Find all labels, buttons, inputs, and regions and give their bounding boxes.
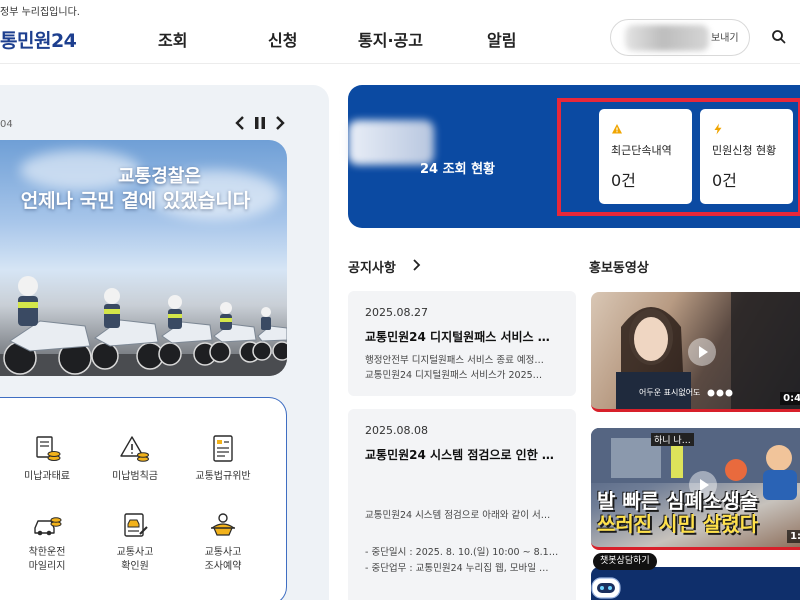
violation-document-icon (213, 435, 233, 462)
video-headline: 발 빠른 심폐소생술 쓰러진 시민 살렸다 (597, 490, 758, 536)
status-title: 24 조회 현황 (420, 162, 495, 177)
notice-date: 2025.08.27 (365, 306, 428, 319)
stat-label: 최근단속내역 (611, 144, 672, 157)
chatbot-robot-icon[interactable] (588, 572, 624, 600)
notice-headline: 교통민원24 시스템 점검으로 인한 … (365, 448, 554, 462)
quick-menu-label: 교통사고 조사예약 (204, 547, 242, 572)
nav-item-application[interactable]: 신청 (268, 27, 297, 51)
accident-reservation-icon (211, 513, 235, 536)
quick-menu-unpaid-penalties[interactable]: 미납범칙금 (92, 434, 178, 484)
notice-body-line: 행정안전부 디지털원패스 서비스 종료 예정… (365, 355, 544, 366)
quick-menu-label: 미납과태료 (24, 471, 70, 482)
quick-menu-unpaid-fines[interactable]: 미납과태료 (4, 434, 90, 484)
notice-item[interactable]: 2025.08.08 교통민원24 시스템 점검으로 인한 … 교통민원24 시… (348, 409, 576, 600)
quick-menu-label: 교통법규위반 (195, 471, 251, 482)
nav-item-notification[interactable]: 통지·공고 (358, 27, 423, 51)
banner-title-line2: 언제나 국민 곁에 있겠습니다 (20, 190, 251, 212)
play-icon[interactable] (687, 337, 717, 367)
main-banner-slide[interactable]: 교통경찰은 언제나 국민 곁에 있겠습니다 (0, 140, 287, 376)
stat-value: 0건 (712, 171, 737, 190)
notice-item[interactable]: 2025.08.27 교통민원24 디지털원패스 서비스 … 행정안전부 디지털… (348, 291, 576, 396)
video-tag: 하니 나… (651, 433, 694, 446)
quick-menu-label: 교통사고 확인원 (116, 547, 154, 572)
notice-date: 2025.08.08 (365, 424, 428, 437)
banner-panel: 04 교통경찰은 언제나 국민 곁에 있겠습니다 미납과태료 미납범칙금 교통법… (0, 85, 329, 600)
warning-coins-icon (120, 436, 149, 462)
user-menu-button[interactable]: 보내기 (610, 19, 750, 56)
slide-counter: 04 (0, 119, 13, 130)
video-duration: 1:1 (787, 530, 800, 543)
video-caption: 어두운 표시없어도 (639, 388, 701, 397)
accident-certificate-icon (124, 513, 148, 537)
warning-icon (612, 124, 622, 134)
police-motorcycles-illustration (0, 276, 287, 376)
fine-receipt-icon (36, 436, 61, 461)
chatbot-label[interactable]: 챗봇상담하기 (593, 553, 657, 570)
quick-menu-safe-driving-mileage[interactable]: 착한운전 마일리지 (4, 510, 90, 574)
nav-item-inquiry[interactable]: 조회 (158, 27, 187, 51)
chevron-left-icon[interactable] (232, 114, 248, 132)
nav-item-alerts[interactable]: 알림 (487, 27, 516, 51)
application-status-card[interactable]: 민원신청 현황 0건 (700, 109, 793, 204)
recent-enforcement-card[interactable]: 최근단속내역 0건 (599, 109, 692, 204)
notice-body-line: - 중단업무 : 교통민원24 누리집 웹, 모바일 … (365, 563, 549, 574)
notices-heading[interactable]: 공지사항 (348, 257, 396, 276)
site-header: 통민원24 조회 신청 통지·공고 알림 보내기 (0, 18, 800, 64)
quick-menu-accident-certificate[interactable]: 교통사고 확인원 (92, 510, 178, 574)
video-thumbnail[interactable]: 어두운 표시없어도 0:43 (591, 292, 800, 412)
chevron-right-icon[interactable] (272, 114, 288, 132)
car-coins-icon (34, 517, 62, 536)
chevron-right-icon[interactable] (410, 258, 422, 272)
quick-menu-label: 착한운전 마일리지 (28, 547, 66, 572)
stat-value: 0건 (611, 171, 636, 190)
quick-menu-label: 미납범칙금 (112, 471, 158, 482)
banner-title-line1: 교통경찰은 (118, 166, 201, 187)
video-headline-line1: 발 빠른 심폐소생술 (597, 489, 759, 513)
notice-body-line: 교통민원24 디지털원패스 서비스가 2025… (365, 370, 543, 381)
site-logo[interactable]: 통민원24 (0, 26, 77, 53)
stat-label: 민원신청 현황 (712, 144, 777, 157)
user-name-redacted (625, 25, 709, 51)
quick-menu-traffic-violation[interactable]: 교통법규위반 (180, 434, 266, 484)
lightning-icon (714, 123, 722, 135)
quick-menu-accident-reservation[interactable]: 교통사고 조사예약 (180, 510, 266, 574)
videos-heading: 홍보동영상 (589, 261, 649, 276)
pause-icon[interactable] (252, 114, 268, 132)
video-duration: 0:43 (780, 392, 800, 405)
video-thumbnail[interactable]: 하니 나… 발 빠른 심폐소생술 쓰러진 시민 살렸다 1:1 (591, 428, 800, 550)
notice-body-line: - 중단일시 : 2025. 8. 10.(일) 10:00 ~ 8.1… (365, 547, 559, 558)
user-pill-label: 보내기 (711, 33, 739, 44)
search-icon[interactable] (770, 28, 788, 46)
notice-body-line: 교통민원24 시스템 점검으로 아래와 같이 서… (365, 510, 551, 521)
gov-notice: 정부 누리집입니다. (0, 7, 80, 18)
quick-menu-panel: 미납과태료 미납범칙금 교통법규위반 착한운전 마일리지 교통사고 확인원 교통… (0, 397, 287, 600)
video-headline-line2: 쓰러진 시민 살렸다 (597, 512, 759, 536)
notice-headline: 교통민원24 디지털원패스 서비스 … (365, 330, 550, 344)
